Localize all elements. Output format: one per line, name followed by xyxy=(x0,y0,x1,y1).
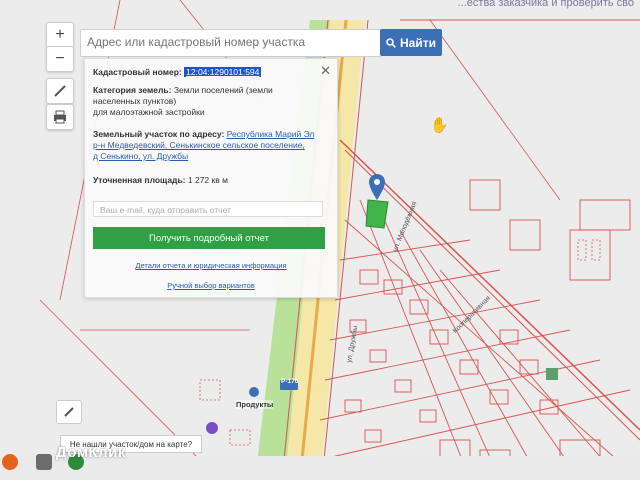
parcel-line xyxy=(339,139,640,431)
area-row: Уточненная площадь: 1 272 кв м xyxy=(93,175,228,186)
pencil-icon xyxy=(64,407,74,417)
manual-select-link[interactable]: Ручной выбор вариантов xyxy=(85,281,337,290)
search-button[interactable]: Найти xyxy=(380,29,442,56)
area-value: 1 272 кв м xyxy=(187,175,228,185)
category-label: Категория земель: xyxy=(93,85,172,95)
zoom-in-button[interactable]: + xyxy=(46,22,74,48)
draw-tool-button[interactable] xyxy=(56,400,82,424)
email-field[interactable]: Ваш e-mail, куда отправить отчет xyxy=(93,201,323,217)
details-link[interactable]: Детали отчета и юридическая информация xyxy=(85,261,337,270)
close-icon[interactable]: ✕ xyxy=(320,63,331,79)
parcel-line xyxy=(429,19,561,201)
search-box xyxy=(80,29,382,57)
cadastral-number[interactable]: 12:04:1290101:594 xyxy=(184,67,262,77)
search-icon xyxy=(386,37,396,48)
address-link[interactable]: Республика Марий Эл xyxy=(227,129,315,139)
category-value: для малоэтажной застройки xyxy=(93,107,205,117)
ruler-tool-button[interactable] xyxy=(46,78,74,104)
search-button-label: Найти xyxy=(400,35,436,50)
selected-parcel[interactable] xyxy=(365,199,389,229)
browser-icon[interactable] xyxy=(2,454,18,470)
top-note: ...ества заказчика и проверить сво xyxy=(457,0,634,9)
category-row: Категория земель: Земли поселений (земли… xyxy=(93,85,273,118)
cadastral-row: Кадастровый номер: 12:04:1290101:594 xyxy=(93,67,262,78)
printer-icon xyxy=(54,110,66,124)
print-button[interactable] xyxy=(46,104,74,130)
address-link[interactable]: д Сенькино, ул. Дружбы xyxy=(93,151,188,161)
address-link[interactable]: р-н Медведевский, Сенькинское сельское п… xyxy=(93,140,305,150)
parcel-line xyxy=(344,149,640,441)
area-label: Уточненная площадь: xyxy=(93,175,186,185)
shop-marker[interactable] xyxy=(249,387,259,397)
poi-marker[interactable] xyxy=(206,422,218,434)
ruler-icon xyxy=(54,85,66,97)
search-input[interactable] xyxy=(81,30,381,54)
address-label: Земельный участок по адресу: xyxy=(93,129,225,139)
parcel-info-card: ✕ Кадастровый номер: 12:04:1290101:594 К… xyxy=(84,58,338,298)
zoom-out-button[interactable]: − xyxy=(46,46,74,72)
poi-label-produkty: Продукты xyxy=(236,400,274,409)
app-icon[interactable] xyxy=(36,454,52,470)
map-pin-icon xyxy=(369,174,385,200)
get-report-button[interactable]: Получить подробный отчет xyxy=(93,227,325,249)
address-row: Земельный участок по адресу: Республика … xyxy=(93,129,314,162)
brand-logo: ДомКлик xyxy=(56,444,126,461)
category-value: Земли поселений (земли xyxy=(173,85,273,95)
category-value: населенных пунктов) xyxy=(93,96,177,106)
hand-cursor-icon: ✋ xyxy=(430,117,449,134)
road-badge-label: Р-176 xyxy=(281,378,299,385)
cadastral-label: Кадастровый номер: xyxy=(93,67,182,77)
poi-green-marker[interactable] xyxy=(546,368,558,380)
